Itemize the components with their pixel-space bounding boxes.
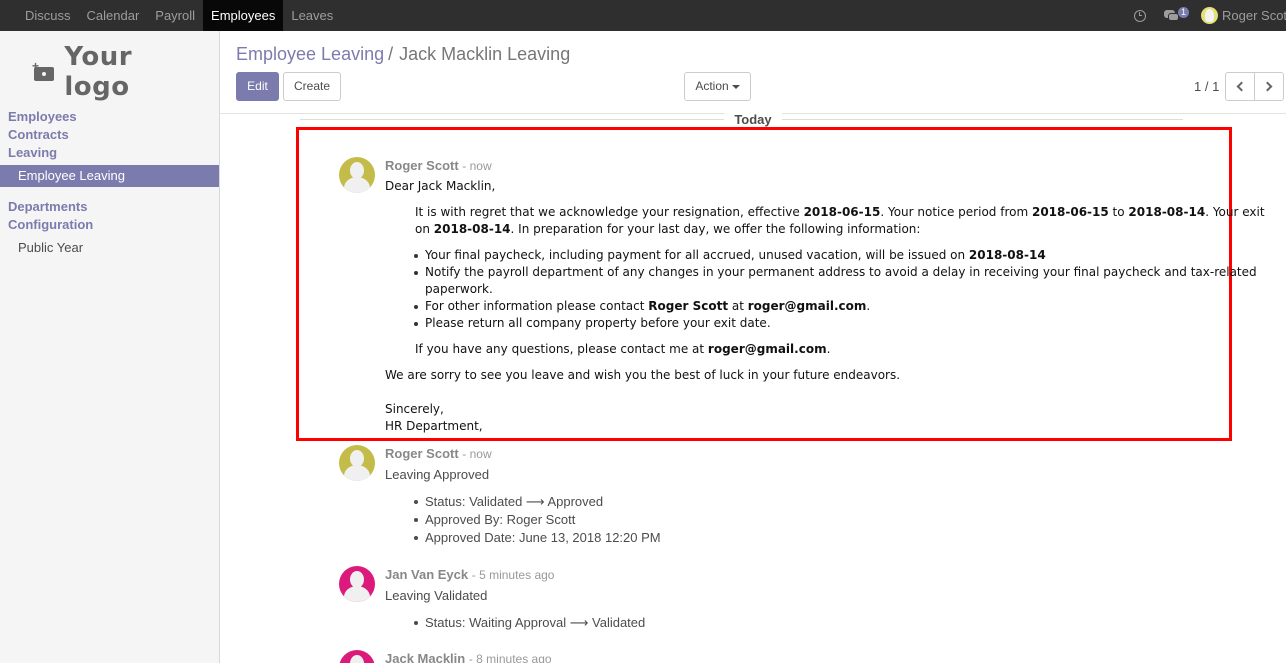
bullet-icon bbox=[414, 621, 418, 625]
user-menu[interactable]: Roger Scott bbox=[1222, 8, 1286, 23]
breadcrumb: Employee Leaving / Jack Macklin Leaving bbox=[236, 44, 570, 65]
avatar[interactable] bbox=[339, 157, 375, 193]
sidebar-group-leaving[interactable]: Leaving bbox=[8, 145, 57, 160]
bullet-icon bbox=[414, 500, 418, 504]
action-dropdown[interactable]: Action bbox=[684, 72, 751, 101]
bullet-icon bbox=[414, 305, 418, 309]
bullet-icon bbox=[414, 254, 418, 258]
breadcrumb-parent[interactable]: Employee Leaving bbox=[236, 44, 384, 64]
tracking-item: Status: Waiting Approval ⟶ Validated bbox=[425, 615, 646, 630]
breadcrumb-separator: / bbox=[388, 44, 394, 64]
day-label: Today bbox=[724, 112, 782, 127]
sidebar-item-employee-leaving[interactable]: Employee Leaving bbox=[0, 165, 219, 187]
breadcrumb-current: Jack Macklin Leaving bbox=[399, 44, 571, 64]
top-navbar: Discuss Calendar Payroll Employees Leave… bbox=[0, 0, 1286, 31]
menu-calendar[interactable]: Calendar bbox=[79, 0, 148, 31]
pager-next-button[interactable] bbox=[1254, 72, 1284, 101]
author-name[interactable]: Roger Scott bbox=[385, 158, 459, 173]
edit-button[interactable]: Edit bbox=[236, 72, 279, 101]
message-paragraph-line: on 2018-08-14. In preparation for your l… bbox=[415, 222, 921, 236]
bullet-icon bbox=[414, 271, 418, 275]
list-item: Please return all company property befor… bbox=[425, 316, 771, 330]
message-author: Jan Van Eyck - 5 minutes ago bbox=[385, 567, 554, 582]
chat-count-badge: 1 bbox=[1177, 7, 1189, 18]
chevron-left-icon bbox=[1236, 81, 1247, 92]
message-author: Roger Scott - now bbox=[385, 446, 492, 461]
bullet-icon bbox=[414, 322, 418, 326]
sidebar: + Your logo Employees Contracts Leaving … bbox=[0, 31, 220, 663]
author-name[interactable]: Roger Scott bbox=[385, 446, 459, 461]
message-signature: HR Department, bbox=[385, 419, 483, 433]
caret-down-icon bbox=[731, 84, 740, 89]
message-paragraph-line: It is with regret that we acknowledge yo… bbox=[415, 205, 1265, 219]
menu-discuss[interactable]: Discuss bbox=[17, 0, 79, 31]
message-subject: Leaving Validated bbox=[385, 588, 488, 603]
message-time: - 8 minutes ago bbox=[468, 652, 552, 663]
tracking-item: Status: Validated ⟶ Approved bbox=[425, 494, 604, 509]
message-closing: We are sorry to see you leave and wish y… bbox=[385, 368, 901, 382]
logo-text: Your logo bbox=[64, 42, 133, 102]
menu-employees[interactable]: Employees bbox=[203, 0, 284, 31]
message-paragraph-line: If you have any questions, please contac… bbox=[415, 342, 831, 356]
sidebar-group-employees[interactable]: Employees bbox=[8, 109, 77, 124]
message-time: - 5 minutes ago bbox=[471, 568, 555, 582]
list-item-continued: paperwork. bbox=[425, 282, 493, 296]
app-menu: Discuss Calendar Payroll Employees Leave… bbox=[17, 0, 341, 31]
author-name[interactable]: Jan Van Eyck bbox=[385, 567, 468, 582]
sidebar-group-departments[interactable]: Departments bbox=[8, 199, 87, 214]
list-item: Your final paycheck, including payment f… bbox=[425, 248, 1046, 262]
tracking-item: Approved By: Roger Scott bbox=[425, 512, 576, 527]
pager-previous-button[interactable] bbox=[1225, 72, 1255, 101]
message-time: - now bbox=[462, 159, 492, 173]
sidebar-item-public-year[interactable]: Public Year bbox=[0, 237, 219, 259]
action-label: Action bbox=[695, 79, 729, 93]
menu-payroll[interactable]: Payroll bbox=[147, 0, 203, 31]
message-subject: Leaving Approved bbox=[385, 467, 490, 482]
pager-value: 1 / 1 bbox=[1194, 79, 1220, 94]
message-author: Roger Scott - now bbox=[385, 158, 492, 173]
sidebar-group-contracts[interactable]: Contracts bbox=[8, 127, 69, 142]
systray: 1 Roger Scott bbox=[1133, 0, 1286, 31]
bullet-icon bbox=[414, 536, 418, 540]
menu-leaves[interactable]: Leaves bbox=[283, 0, 341, 31]
chevron-right-icon bbox=[1262, 81, 1273, 92]
bullet-icon bbox=[414, 518, 418, 522]
camera-icon: + bbox=[32, 60, 56, 83]
list-item: Notify the payroll department of any cha… bbox=[425, 265, 1257, 279]
clock-icon[interactable] bbox=[1133, 9, 1146, 22]
avatar[interactable] bbox=[339, 445, 375, 481]
message-signature: Sincerely, bbox=[385, 402, 444, 416]
tracking-item: Approved Date: June 13, 2018 12:20 PM bbox=[425, 530, 661, 545]
user-avatar[interactable] bbox=[1201, 7, 1218, 24]
create-button[interactable]: Create bbox=[283, 72, 341, 101]
list-item: For other information please contact Rog… bbox=[425, 299, 871, 313]
author-name[interactable]: Jack Macklin bbox=[385, 651, 465, 663]
company-logo: + Your logo bbox=[22, 42, 198, 102]
message-time: - now bbox=[462, 447, 492, 461]
sidebar-group-configuration[interactable]: Configuration bbox=[8, 217, 93, 232]
avatar[interactable] bbox=[339, 566, 375, 602]
message-author: Jack Macklin - 8 minutes ago bbox=[385, 651, 552, 663]
message-greeting: Dear Jack Macklin, bbox=[385, 179, 496, 193]
